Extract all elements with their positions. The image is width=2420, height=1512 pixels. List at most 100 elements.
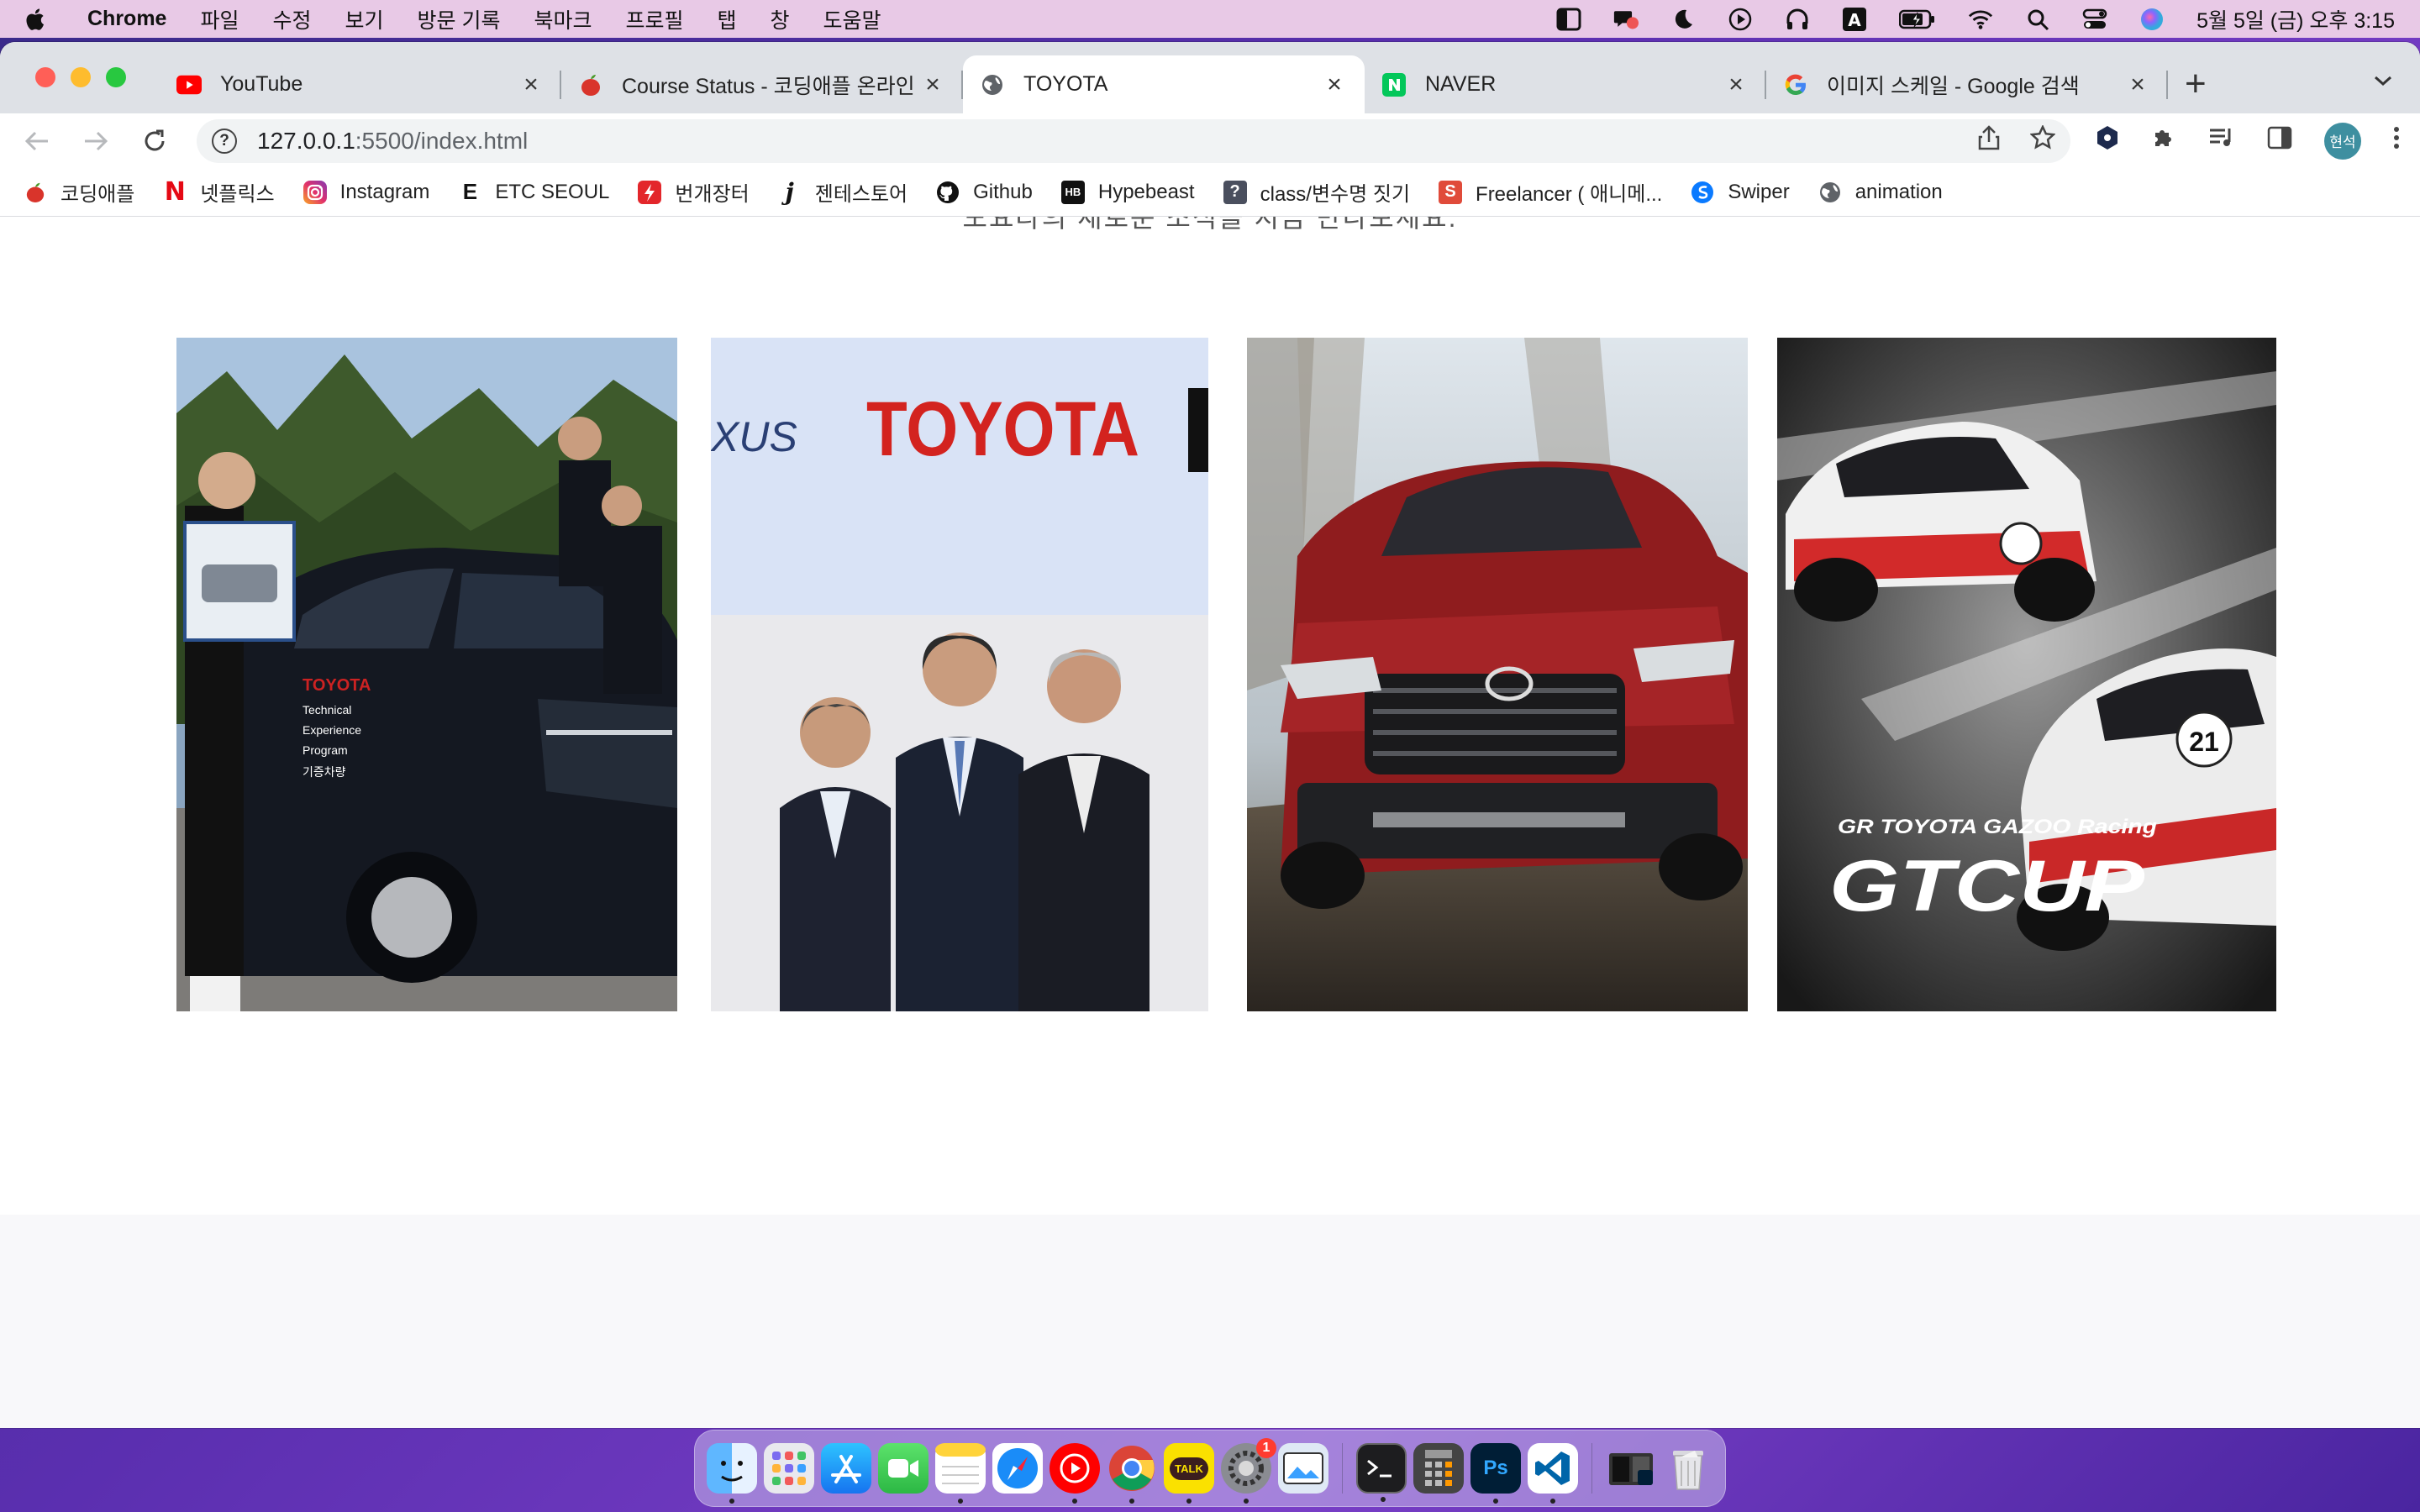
bookmark-label: class/변수명 짓기	[1260, 183, 1411, 206]
car-number-text: 21	[2189, 727, 2219, 757]
extensions-puzzle-icon[interactable]	[2151, 125, 2176, 157]
profile-avatar[interactable]: 현석	[2324, 122, 2361, 160]
bookmark-star-icon[interactable]	[2029, 123, 2056, 157]
kebab-menu-icon[interactable]	[2393, 125, 2400, 157]
news-image-gt-cup: 21 GR TOYOTA GAZOO Racing GTCUP	[1777, 338, 2276, 1011]
news-card-toyota-executives[interactable]: XUS TOYOTA	[711, 338, 1208, 1011]
siri-icon[interactable]	[2139, 7, 2165, 32]
tab-naver[interactable]: NAVER ×	[1365, 55, 1766, 113]
bookmark-instagram[interactable]: Instagram	[302, 180, 429, 204]
toolbar-icons: 현석	[2096, 122, 2400, 160]
bookmark-gente-store[interactable]: j 젠테스토어	[778, 177, 908, 207]
play-icon[interactable]	[1728, 7, 1753, 32]
menu-view[interactable]: 보기	[345, 4, 384, 34]
menu-app-name[interactable]: Chrome	[87, 7, 166, 31]
photoshop-folder-icon[interactable]	[1606, 1443, 1656, 1494]
bookmark-etc-seoul[interactable]: E ETC SEOUL	[458, 179, 610, 204]
reload-icon[interactable]	[138, 124, 171, 158]
bookmark-class-naming[interactable]: ? class/변수명 짓기	[1223, 177, 1410, 207]
media-queue-icon[interactable]	[2208, 126, 2235, 156]
facetime-icon[interactable]	[878, 1443, 929, 1494]
search-icon[interactable]	[2025, 7, 2050, 32]
finder-icon[interactable]	[707, 1443, 757, 1504]
dock-separator	[1591, 1443, 1592, 1494]
photoshop-label: Ps	[1483, 1457, 1508, 1479]
menu-edit[interactable]: 수정	[272, 4, 311, 34]
tab-title: Course Status - 코딩애플 온라인 강	[622, 74, 921, 98]
svg-text:기증차량: 기증차량	[302, 766, 346, 780]
news-card-rav4-snow[interactable]	[1247, 338, 1748, 1011]
system-settings-icon[interactable]: 1	[1221, 1438, 1276, 1504]
menu-profiles[interactable]: 프로필	[625, 4, 683, 34]
input-source-icon[interactable]: A	[1842, 7, 1867, 32]
menu-window[interactable]: 창	[771, 4, 790, 34]
calculator-icon[interactable]	[1413, 1443, 1464, 1494]
close-tab-icon[interactable]: ×	[2126, 71, 2149, 97]
tab-title: 이미지 스케일 - Google 검색	[1827, 74, 2080, 98]
close-tab-icon[interactable]: ×	[519, 71, 543, 97]
svg-text:Experience: Experience	[302, 723, 361, 737]
bookmark-swiper[interactable]: Swiper	[1691, 181, 1790, 204]
safari-icon[interactable]	[992, 1443, 1043, 1494]
bookmark-hypebeast[interactable]: HB Hypebeast	[1060, 180, 1195, 204]
bookmark-animation[interactable]: animation	[1818, 181, 1943, 204]
close-window-button[interactable]	[35, 67, 55, 87]
close-tab-icon[interactable]: ×	[1323, 71, 1346, 97]
dock: TALK 1 Ps	[694, 1430, 1726, 1507]
photoshop-icon[interactable]: Ps	[1470, 1443, 1521, 1504]
launchpad-icon[interactable]	[764, 1443, 814, 1494]
browser-window: YouTube × Course Status - 코딩애플 온라인 강 × T…	[0, 42, 2420, 1428]
notes-icon[interactable]	[935, 1443, 986, 1504]
news-card-technical-experience[interactable]: TOYOTA Technical Experience Program 기증차량	[176, 338, 677, 1011]
news-card-gt-cup[interactable]: 21 GR TOYOTA GAZOO Racing GTCUP	[1777, 338, 2276, 1011]
zoom-window-button[interactable]	[106, 67, 126, 87]
close-tab-icon[interactable]: ×	[921, 71, 944, 97]
control-center-icon[interactable]	[2082, 7, 2107, 32]
menu-help[interactable]: 도움말	[823, 4, 881, 34]
preview-icon[interactable]	[1278, 1443, 1328, 1494]
page-viewport[interactable]: 도요타의 새로운 소식을 지금 만나보세요. TOYOTA Technical …	[0, 217, 2420, 1428]
app-store-icon[interactable]	[821, 1443, 871, 1494]
new-tab-plus-icon[interactable]: +	[2185, 66, 2207, 102]
notification-badge: 1	[1256, 1438, 1276, 1458]
youtube-music-icon[interactable]	[1050, 1443, 1100, 1504]
forward-arrow-icon[interactable]	[79, 124, 113, 158]
trash-icon[interactable]	[1663, 1443, 1713, 1494]
bookmark-bunjang[interactable]: 번개장터	[638, 177, 750, 207]
bookmark-codingapple[interactable]: 코딩애플	[24, 177, 134, 207]
tab-youtube[interactable]: YouTube ×	[160, 55, 561, 113]
menu-file[interactable]: 파일	[200, 4, 239, 34]
globe-icon	[1818, 181, 1842, 204]
site-info-icon[interactable]: ?	[212, 128, 237, 154]
bookmark-label: 젠테스토어	[814, 183, 908, 206]
chrome-icon[interactable]	[1107, 1443, 1157, 1504]
kakaotalk-icon[interactable]: TALK	[1164, 1443, 1214, 1504]
chat-icon[interactable]	[1613, 7, 1639, 32]
vscode-icon[interactable]	[1528, 1443, 1578, 1504]
battery-icon[interactable]	[1899, 7, 1936, 32]
headphones-icon[interactable]	[1785, 7, 1810, 32]
close-tab-icon[interactable]: ×	[1724, 71, 1748, 97]
address-bar[interactable]: ? 127.0.0.1:5500/index.html	[197, 118, 2070, 163]
menu-tab[interactable]: 탭	[718, 4, 737, 34]
menu-bookmarks[interactable]: 북마크	[534, 4, 592, 34]
back-arrow-icon[interactable]	[20, 124, 54, 158]
tab-course-status[interactable]: Course Status - 코딩애플 온라인 강 ×	[561, 55, 963, 113]
tab-toyota[interactable]: TOYOTA ×	[963, 55, 1365, 113]
wifi-icon[interactable]	[1968, 7, 1993, 32]
bookmark-netflix[interactable]: N 넷플릭스	[163, 177, 275, 207]
minimize-window-button[interactable]	[71, 67, 91, 87]
bookmark-freelancer[interactable]: S Freelancer ( 애니메...	[1439, 177, 1662, 207]
bookmark-github[interactable]: Github	[936, 181, 1033, 204]
side-panel-icon[interactable]	[2267, 126, 2292, 156]
moon-icon[interactable]	[1670, 7, 1696, 32]
menu-clock[interactable]: 5월 5일 (금) 오후 3:15	[2196, 4, 2395, 34]
apple-menu-icon[interactable]	[25, 7, 49, 32]
share-icon[interactable]	[1978, 124, 2000, 157]
terminal-icon[interactable]	[1356, 1443, 1407, 1502]
sidebar-icon[interactable]	[1556, 7, 1581, 32]
tab-search-chevron-icon[interactable]	[2373, 67, 2393, 93]
tab-google-search[interactable]: 이미지 스케일 - Google 검색 ×	[1766, 55, 2168, 113]
menu-history[interactable]: 방문 기록	[418, 4, 501, 34]
extension-hexagon-icon[interactable]	[2096, 125, 2119, 157]
